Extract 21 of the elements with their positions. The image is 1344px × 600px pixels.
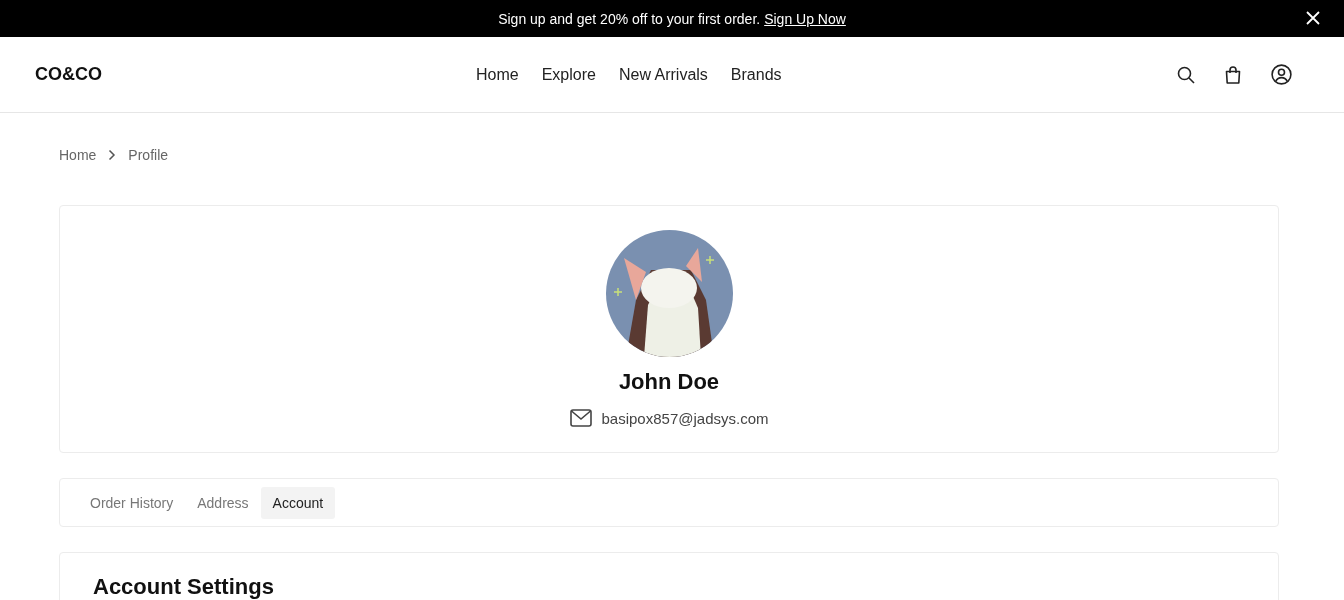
nav-link[interactable]: New Arrivals: [618, 65, 708, 84]
user-icon[interactable]: [1271, 64, 1292, 85]
search-icon[interactable]: [1177, 65, 1195, 84]
mail-icon: [569, 409, 592, 427]
user-name: John Doe: [618, 369, 720, 395]
logo[interactable]: CO&CO: [35, 64, 102, 85]
tab[interactable]: Address: [185, 486, 261, 519]
breadcrumb-link[interactable]: Profile: [128, 147, 169, 163]
close-icon[interactable]: [1306, 11, 1320, 25]
sign-up-link[interactable]: Sign Up Now: [764, 10, 846, 27]
shopping-bag-icon[interactable]: [1224, 65, 1242, 84]
chevron-right-icon: [108, 149, 117, 161]
tab[interactable]: Account: [260, 486, 336, 519]
section-title: Account Settings: [93, 575, 275, 599]
promo-text: Sign up and get 20% off to your first order.: [498, 10, 761, 27]
nav-link[interactable]: Home: [476, 65, 519, 84]
nav-link[interactable]: Brands: [730, 65, 782, 84]
nav-link[interactable]: Explore: [541, 65, 596, 84]
tab[interactable]: Order History: [78, 486, 186, 519]
user-email: basipox857@jadsys.com: [601, 409, 769, 427]
breadcrumb-link[interactable]: Home: [59, 147, 97, 163]
